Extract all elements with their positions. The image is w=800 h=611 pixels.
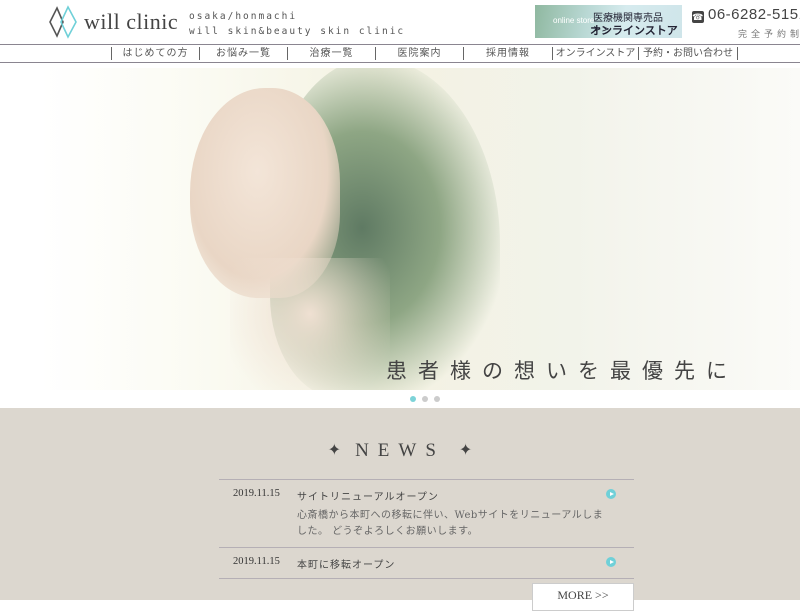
site-header: will clinic osaka/honmachi will skin&bea… <box>0 0 800 44</box>
news-date: 2019.11.15 <box>233 488 280 499</box>
diamond-logo-icon <box>49 5 77 39</box>
reservation-note: 完全予約制 <box>738 30 800 40</box>
news-heading: ✦ NEWS ✦ <box>0 440 800 462</box>
more-button[interactable]: MORE >> <box>532 583 634 611</box>
main-nav: はじめての方 お悩み一覧 治療一覧 医院案内 採用情報 オンラインストア 予約・… <box>0 44 800 63</box>
nav-contact[interactable]: 予約・お問い合わせ <box>638 47 738 60</box>
nav-first-visit[interactable]: はじめての方 <box>111 47 199 60</box>
slider-dot[interactable] <box>422 396 428 402</box>
play-arrow-icon[interactable] <box>606 489 616 499</box>
slider-dots <box>410 396 440 402</box>
news-list: 2019.11.15 サイトリニューアルオープン 心斎橋から本町への移転に伴い、… <box>219 479 634 579</box>
nav-online-store[interactable]: オンラインストア <box>552 47 638 60</box>
logo-text: will clinic <box>84 9 179 34</box>
tagline-clinic: will skin&beauty skin clinic <box>189 26 406 37</box>
hero-catchphrase: 患者様の想いを最優先に <box>386 359 738 383</box>
tagline-location: osaka/honmachi <box>189 11 298 22</box>
hero-slider: 患者様の想いを最優先に <box>0 63 800 408</box>
nav-clinic-info[interactable]: 医院案内 <box>375 47 463 60</box>
slider-dot[interactable] <box>410 396 416 402</box>
news-date: 2019.11.15 <box>233 556 280 567</box>
logo[interactable]: will clinic <box>48 5 178 39</box>
store-banner-small: online store <box>553 16 595 25</box>
slider-dot[interactable] <box>434 396 440 402</box>
hero-image <box>40 68 800 390</box>
sparkle-icon: ✦ <box>327 442 342 459</box>
news-title: NEWS <box>355 440 445 461</box>
news-item[interactable]: 2019.11.15 本町に移転オープン <box>219 548 634 579</box>
online-store-banner[interactable]: online store 医療機関専売品 >> オンラインストア <box>535 5 682 38</box>
play-arrow-icon[interactable] <box>606 557 616 567</box>
news-item-title[interactable]: サイトリニューアルオープン <box>297 488 634 503</box>
sparkle-icon: ✦ <box>458 442 473 459</box>
store-banner-line2: オンラインストア <box>590 24 678 37</box>
phone-number[interactable]: ☎ 06-6282-5151 <box>692 6 800 23</box>
hero-neck-shape <box>230 258 390 390</box>
phone-text: 06-6282-5151 <box>708 6 800 23</box>
news-item-body: 心斎橋から本町への移転に伴い、Webサイトをリニューアルしました。 どうぞよろし… <box>297 510 604 537</box>
phone-icon: ☎ <box>692 11 704 23</box>
nav-recruit[interactable]: 採用情報 <box>463 47 552 60</box>
nav-treatments[interactable]: 治療一覧 <box>287 47 375 60</box>
tagline: osaka/honmachi will skin&beauty skin cli… <box>189 9 405 39</box>
nav-concerns[interactable]: お悩み一覧 <box>199 47 287 60</box>
news-item-title[interactable]: 本町に移転オープン <box>297 556 634 571</box>
news-section: ✦ NEWS ✦ 2019.11.15 サイトリニューアルオープン 心斎橋から本町へ… <box>0 408 800 611</box>
news-item[interactable]: 2019.11.15 サイトリニューアルオープン 心斎橋から本町への移転に伴い、… <box>219 480 634 548</box>
